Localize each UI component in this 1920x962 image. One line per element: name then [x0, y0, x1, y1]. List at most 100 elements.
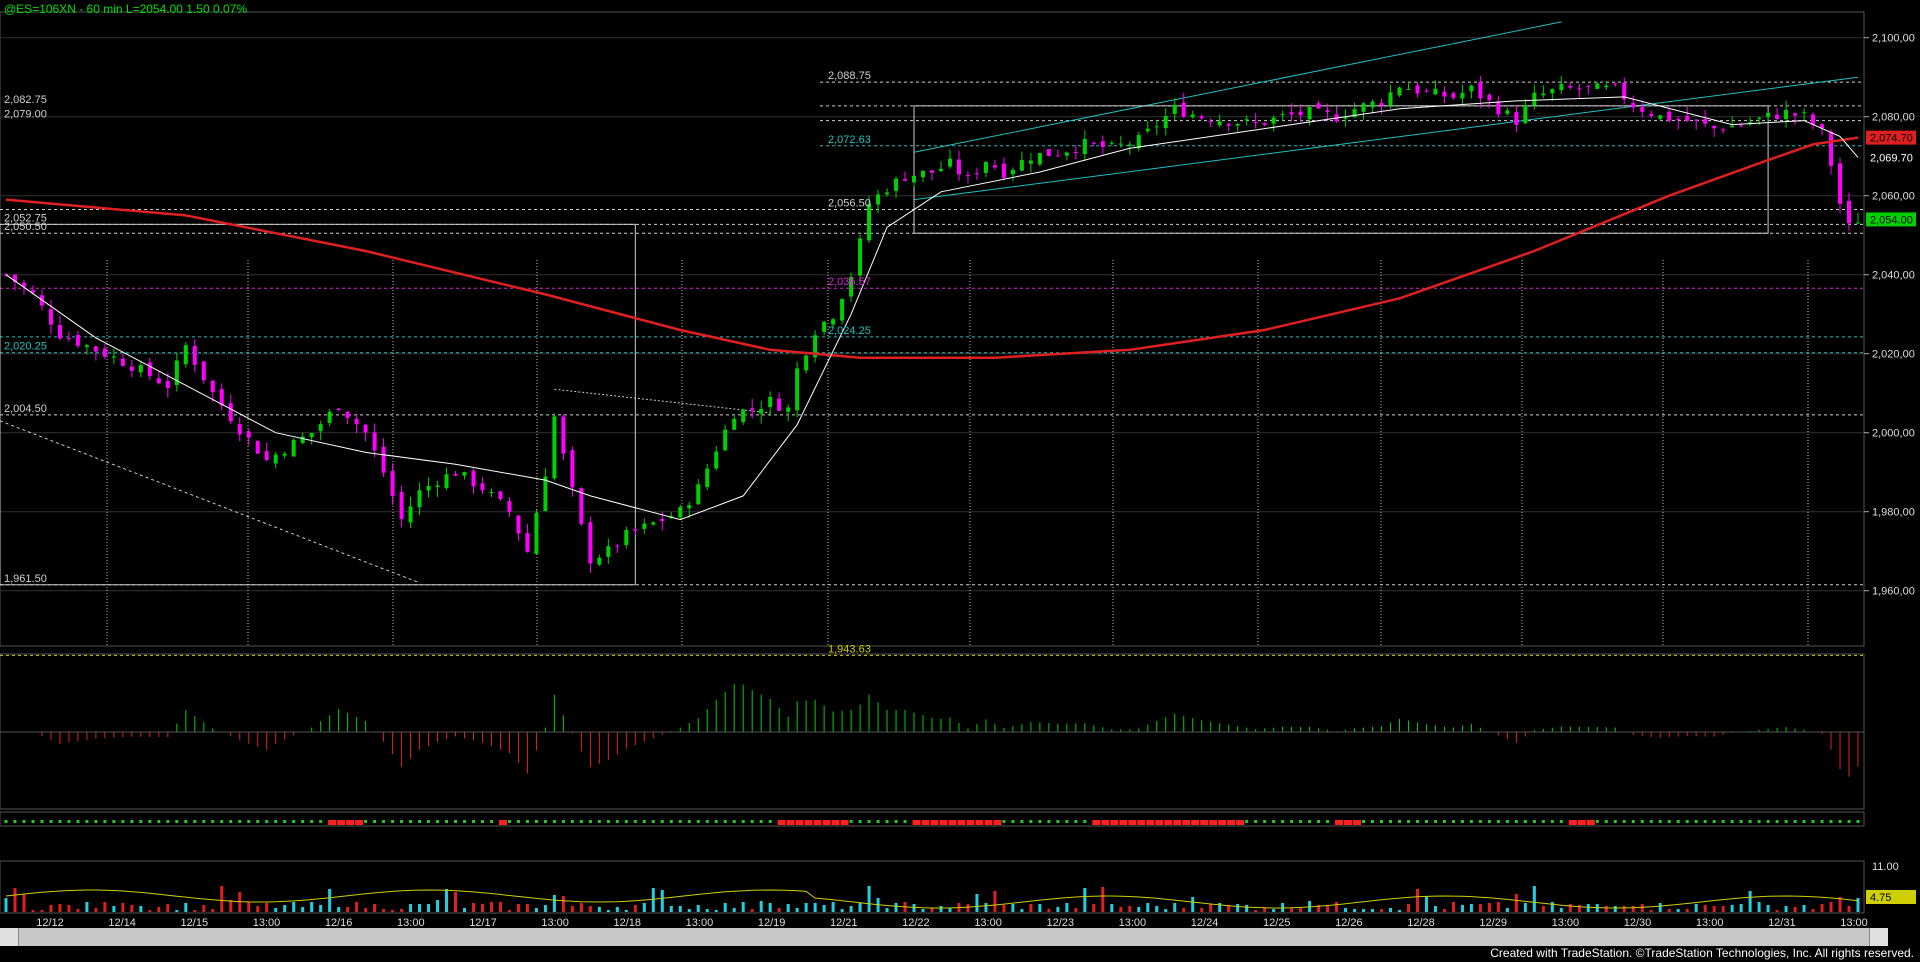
volume-bar: [112, 906, 116, 912]
volume-bar: [831, 902, 835, 912]
price-axis: 1,960,00 1,980,00 2,000,00 2,020,00 2,040,00…: [1864, 33, 1916, 598]
volume-bar: [454, 892, 458, 912]
volume-bar: [1703, 905, 1707, 912]
candle-body: [1082, 139, 1087, 155]
candle-body: [426, 485, 431, 491]
candle-body: [120, 358, 125, 366]
candle-body: [1523, 105, 1528, 124]
signal-dot: [642, 820, 646, 823]
chart-grid: [0, 11, 1865, 914]
candle-body: [1712, 125, 1717, 129]
candle-body: [1649, 113, 1654, 116]
signal-dot: [813, 820, 822, 825]
volume-bar: [1550, 902, 1554, 912]
candle-body: [1640, 107, 1645, 112]
candle-body: [1172, 104, 1177, 115]
signal-dot: [1128, 820, 1137, 825]
signal-dot: [202, 820, 206, 823]
volume-bar: [1451, 902, 1455, 912]
volume-bar: [103, 902, 107, 912]
volume-bar: [795, 908, 799, 912]
volume-bar: [382, 909, 386, 912]
signal-dot: [561, 820, 565, 823]
candle-body: [354, 418, 359, 425]
candle-body: [561, 416, 566, 454]
level-label: 2,072.63: [828, 134, 871, 146]
level-label: 2,024.25: [828, 325, 871, 337]
volume-bar: [732, 908, 736, 912]
y-tick-label: 2,060,00: [1872, 191, 1915, 203]
channel-lower: [913, 76, 1859, 201]
volume-bar: [813, 903, 817, 912]
candle-body: [651, 522, 656, 525]
volume-bar: [1622, 906, 1626, 912]
volume-bar: [1101, 887, 1105, 912]
signal-dot: [1829, 820, 1833, 823]
volume-bar: [678, 906, 682, 912]
volume-bar: [1002, 905, 1006, 912]
signal-dot: [1442, 820, 1446, 823]
candle-body: [453, 474, 458, 476]
candle-body: [1019, 159, 1024, 171]
signal-dot: [220, 820, 224, 823]
candle-body: [876, 194, 881, 205]
volume-bar: [139, 906, 143, 912]
candle-body: [1127, 144, 1132, 146]
signal-dot: [1838, 820, 1842, 823]
volume-bar: [400, 909, 404, 912]
volume-bar: [1568, 904, 1572, 912]
signal-dot: [1460, 820, 1464, 823]
signal-dot: [1119, 820, 1128, 825]
volume-bar: [175, 910, 179, 912]
volume-bar: [1847, 906, 1851, 912]
signal-dot: [1146, 820, 1155, 825]
horizontal-scrollbar[interactable]: [0, 928, 1888, 946]
signal-dot: [103, 820, 107, 823]
candle-body: [1685, 115, 1690, 121]
volume-bar: [1110, 904, 1114, 912]
candle-body: [1586, 85, 1591, 87]
candle-body: [183, 345, 188, 365]
signal-dot: [76, 820, 80, 823]
candle-body: [543, 476, 548, 512]
signal-dot: [1011, 820, 1015, 823]
volume-bar: [1290, 908, 1294, 912]
scroll-corner: [1888, 928, 1920, 946]
scroll-right-button[interactable]: [1869, 928, 1888, 946]
volume-bar: [1092, 904, 1096, 912]
volume-bar: [1586, 904, 1590, 912]
candle-body: [822, 321, 827, 332]
signal-dot: [1820, 820, 1824, 823]
volume-bar: [948, 908, 952, 912]
candle-body: [894, 178, 899, 191]
candle-body: [1694, 119, 1699, 121]
volume-bar: [1766, 905, 1770, 912]
volume-bar: [1326, 906, 1330, 912]
signal-dot: [175, 820, 179, 823]
signal-dot: [139, 820, 143, 823]
signal-dot: [1622, 820, 1626, 823]
candle-body: [759, 408, 764, 414]
signal-dot: [1856, 820, 1860, 823]
scroll-left-button[interactable]: [0, 928, 19, 946]
candle-body: [1181, 102, 1186, 117]
signal-dot: [1667, 820, 1671, 823]
level-label: 1,943.63: [828, 643, 871, 655]
signal-dot: [454, 820, 458, 823]
trend-lines: [0, 21, 1859, 586]
candle-body: [1739, 125, 1744, 127]
candle-body: [336, 408, 341, 411]
signal-dot: [310, 820, 314, 823]
candle-body: [660, 518, 665, 522]
signal-dot: [822, 820, 831, 825]
signal-dot: [1532, 820, 1536, 823]
volume-bar: [1739, 904, 1743, 912]
signal-dot: [1757, 820, 1761, 823]
signal-dot: [678, 820, 682, 823]
candle-body: [795, 368, 800, 411]
candle-body: [705, 468, 710, 487]
candle-body: [417, 490, 422, 508]
signal-dot: [759, 820, 763, 823]
candle-body: [1010, 169, 1015, 175]
candle-body: [471, 470, 476, 487]
